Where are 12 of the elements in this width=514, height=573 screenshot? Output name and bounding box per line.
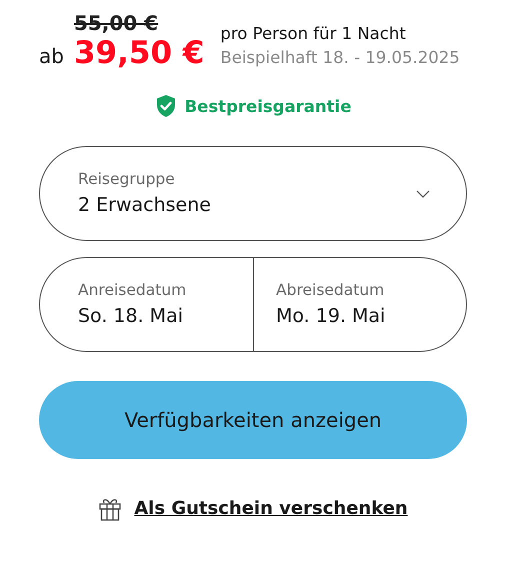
price-prefix: ab [39,44,64,70]
old-price: 55,00 € [74,12,158,34]
guarantee-label: Bestpreisgarantie [184,96,352,116]
shield-check-icon [154,94,177,118]
current-price: 39,50 € [74,34,204,72]
gift-voucher-link[interactable]: Als Gutschein verschenken [134,498,408,519]
travel-group-dropdown[interactable]: Reisegruppe 2 Erwachsene [39,146,467,241]
price-unit: pro Person für 1 Nacht [220,23,407,45]
example-dates: Beispielhaft 18. - 19.05.2025 [220,47,460,69]
chevron-down-icon [416,190,430,198]
availability-button[interactable]: Verfügbarkeiten anzeigen [39,381,467,459]
gift-icon [98,496,122,521]
